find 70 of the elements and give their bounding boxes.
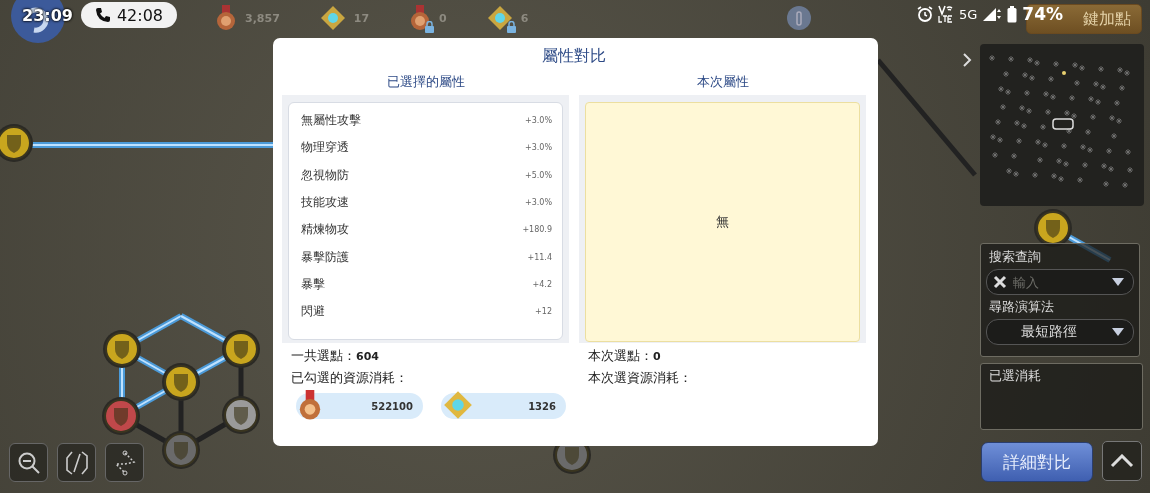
lock-icon [505,21,517,33]
algorithm-dropdown[interactable]: 最短路徑 [986,319,1134,345]
attribute-name: 精煉物攻 [301,221,349,239]
resource-count: 6 [520,11,529,25]
alarm-icon [917,6,933,22]
attribute-name: 技能攻速 [301,194,349,212]
dialog-title: 屬性對比 [541,46,607,67]
search-label: 搜索查詢 [988,248,1042,266]
cost-label: 已勾選的資源消耗： [290,369,409,387]
attribute-value: +3.0% [524,143,552,153]
info-icon[interactable] [786,5,812,31]
attribute-value: +12 [535,307,552,317]
sword-node-icon[interactable] [102,397,140,435]
resource-count: 0 [439,11,447,25]
total-points: 一共選點：604 [290,347,380,365]
clear-icon[interactable] [993,275,1007,289]
attribute-value: +3.0% [524,116,552,126]
attribute-name: 暴擊防護 [301,248,349,266]
cost-pill: 1326 [441,393,566,419]
call-duration: 42:08 [116,5,164,25]
reset-button[interactable] [57,443,96,482]
battery-icon [1007,5,1018,23]
cost-pill: 522100 [296,393,423,419]
signal-icon [982,6,1003,22]
network-type: 5G [959,6,978,22]
current-cost-label: 本次選資源消耗： [587,369,693,387]
collapse-button[interactable] [1102,441,1142,481]
attribute-name: 無屬性攻擊 [301,112,361,130]
attribute-value: +180.9 [522,225,552,235]
algorithm-label: 尋路演算法 [988,298,1055,316]
volte-icon [938,5,954,23]
lock-icon [424,21,436,33]
crystal-icon [486,5,513,31]
zoom-out-icon [16,450,41,475]
search-input[interactable]: 輸入 [1011,273,1107,291]
medal-icon [215,5,237,31]
path-button[interactable] [105,443,144,482]
dropdown-triangle-icon [1111,327,1125,337]
detail-compare-button[interactable]: 詳細對比 [981,442,1093,482]
attribute-name: 忽視物防 [301,166,349,184]
zoom-out-button[interactable] [9,443,48,482]
phone-icon [94,7,111,23]
shield-node-icon[interactable] [162,431,200,469]
attribute-value: +3.0% [524,198,552,208]
shield-node-icon[interactable] [162,363,200,401]
empty-text: 無 [716,213,729,231]
attribute-name: 暴擊 [301,275,325,293]
search-field[interactable]: 輸入 [986,269,1134,295]
attribute-value: +4.2 [532,279,552,289]
hexagon-slash-icon [63,449,90,476]
cost-panel-title: 已選消耗 [989,368,1041,383]
attribute-value: +11.4 [527,252,552,262]
crystal-icon [319,5,346,31]
dropdown-triangle-icon [1111,277,1125,287]
attribute-name: 閃避 [301,303,325,321]
call-timer-pill[interactable]: 42:08 [80,2,178,28]
attribute-name: 物理穿透 [301,139,349,157]
caret-up-icon [1110,454,1134,468]
shield-node-icon[interactable] [222,396,260,434]
crystal-icon [443,390,473,420]
shield-node-icon[interactable] [0,124,33,162]
current-points: 本次選點：0 [587,347,662,365]
medal-icon [409,5,432,31]
resource-count: 17 [353,11,370,25]
medal-icon [298,390,322,420]
shield-node-icon[interactable] [103,330,141,368]
attribute-value: +5.0% [524,170,552,180]
shield-node-icon[interactable] [222,330,260,368]
resource-count: 3,857 [245,11,280,25]
chevron-right-icon[interactable] [962,53,972,67]
